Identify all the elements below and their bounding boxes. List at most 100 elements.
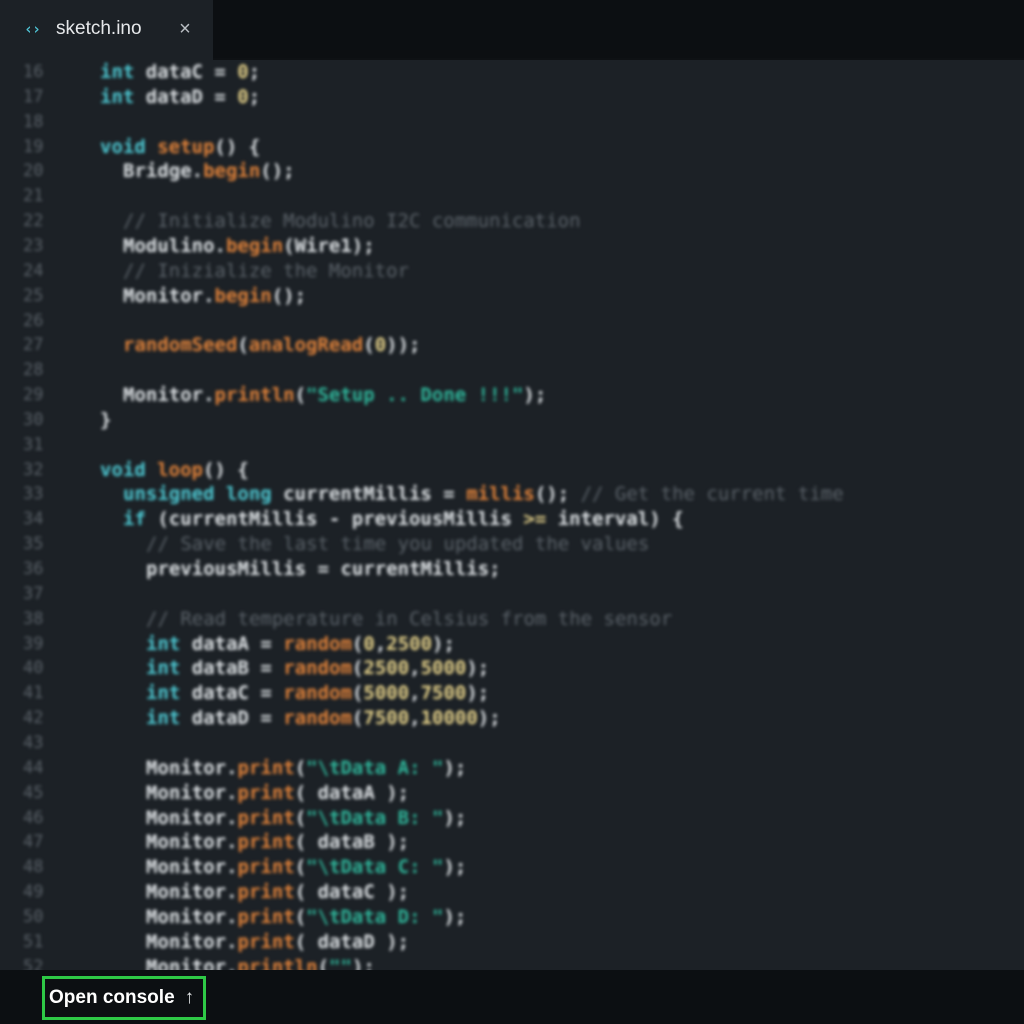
- line-number: 16: [23, 62, 44, 82]
- code-token: 0: [237, 61, 249, 83]
- code-token: begin: [225, 234, 284, 257]
- code-token: print: [237, 756, 295, 779]
- line-source: void setup() {: [100, 135, 260, 160]
- code-token: random: [283, 657, 352, 680]
- line-source: Monitor.print("\tData B: ");: [146, 806, 466, 831]
- line-source: int dataC = random(5000,7500);: [146, 681, 489, 706]
- line-number: 24: [23, 260, 44, 281]
- code-token: println: [214, 384, 295, 407]
- code-token: Bridge.: [123, 160, 204, 183]
- code-token: 0: [374, 334, 387, 357]
- line-number: 25: [23, 285, 44, 306]
- tab-title: sketch.ino: [56, 18, 142, 39]
- code-token: (: [351, 707, 364, 730]
- line-number: 32: [23, 459, 44, 480]
- code-token: begin: [214, 284, 272, 307]
- line-source: Monitor.print("\tData C: ");: [146, 855, 466, 880]
- code-token: () {: [202, 458, 249, 481]
- line-number: 40: [23, 658, 44, 679]
- line-number: 33: [23, 484, 44, 505]
- line-number: 18: [23, 111, 44, 132]
- code-token: (: [294, 384, 307, 407]
- code-token: Monitor.: [123, 284, 215, 307]
- code-token: ;: [248, 85, 261, 108]
- code-token: (: [237, 334, 249, 357]
- code-token: "\tData A: ": [306, 756, 444, 779]
- line-source: int dataD = random(7500,10000);: [146, 706, 501, 731]
- code-token: 0: [363, 632, 375, 655]
- code-token: 7500: [363, 707, 410, 730]
- line-number: 17: [23, 86, 44, 107]
- code-token: );: [443, 756, 467, 779]
- code-token: (: [351, 632, 364, 655]
- code-token: );: [466, 657, 490, 680]
- line-number: 44: [23, 757, 44, 778]
- close-icon[interactable]: ×: [174, 16, 196, 42]
- code-token: unsigned long: [123, 483, 272, 506]
- code-token: ( dataA );: [294, 781, 410, 804]
- code-token: Monitor.: [146, 905, 238, 928]
- code-token: Monitor.: [146, 781, 238, 804]
- line-source: // Inizialize the Monitor: [123, 259, 409, 284]
- line-number: 19: [23, 136, 44, 157]
- code-token: (: [351, 682, 364, 705]
- code-token: print: [237, 831, 295, 854]
- code-token: Monitor.: [146, 831, 238, 854]
- code-token: // Read temperature in Celsius from the …: [146, 607, 673, 630]
- code-token: ( dataC );: [294, 881, 410, 904]
- code-token: 5000: [420, 657, 467, 680]
- code-token: "Setup .. Done !!!": [306, 384, 524, 407]
- code-token: void: [100, 458, 146, 481]
- code-token: // Initialize Modulino I2C communication: [123, 210, 581, 233]
- code-token: ));: [386, 334, 421, 357]
- line-number: 27: [23, 335, 44, 356]
- code-token: dataA =: [180, 632, 284, 655]
- code-token: );: [351, 955, 375, 970]
- line-source: Monitor.print( dataD );: [146, 930, 409, 955]
- code-token: print: [237, 856, 295, 879]
- code-token: "": [329, 955, 352, 970]
- code-token: int: [146, 657, 181, 680]
- code-token: >=: [523, 508, 547, 531]
- line-number: 28: [23, 360, 44, 381]
- line-number: 39: [23, 633, 44, 654]
- line-number: 37: [23, 583, 44, 604]
- code-token: (: [317, 955, 330, 970]
- code-token: random: [283, 707, 352, 730]
- code-token: ,: [409, 657, 421, 680]
- line-number: 48: [23, 857, 44, 878]
- line-source: int dataC = 0;: [100, 60, 260, 85]
- line-source: // Save the last time you updated the va…: [146, 532, 649, 557]
- code-token: Monitor.: [146, 856, 238, 879]
- code-brackets-icon: ‹›: [24, 20, 41, 38]
- open-console-button[interactable]: Open console ↑: [42, 976, 206, 1020]
- code-token: "\tData C: ": [306, 856, 444, 879]
- code-token: dataD =: [134, 85, 238, 108]
- code-token: Monitor.: [146, 881, 238, 904]
- line-number: 45: [23, 782, 44, 803]
- line-number: 22: [23, 211, 44, 232]
- tab-sketch-ino[interactable]: ‹› sketch.ino ×: [0, 0, 213, 60]
- code-token: currentMillis =: [271, 483, 467, 506]
- open-console-label: Open console: [49, 987, 175, 1008]
- code-token: ;: [248, 61, 261, 83]
- line-source: unsigned long currentMillis = millis(); …: [123, 482, 844, 507]
- code-token: ();: [260, 160, 295, 183]
- code-token: );: [523, 384, 547, 407]
- code-token: dataC =: [180, 682, 284, 705]
- line-source: Monitor.print("\tData A: ");: [146, 756, 466, 781]
- line-number: 29: [23, 385, 44, 406]
- code-token: dataB =: [180, 657, 284, 680]
- code-editor[interactable]: 16 int dataC = 0; 17 int dataD = 0; 18 19 void…: [0, 60, 1024, 970]
- code-token: );: [477, 707, 501, 730]
- code-token: print: [237, 806, 295, 829]
- line-source: Monitor.print( dataB );: [146, 830, 409, 855]
- line-number: 46: [23, 807, 44, 828]
- line-number: 49: [23, 882, 44, 903]
- code-token: );: [432, 632, 455, 655]
- code-token: int: [100, 61, 135, 83]
- line-number: 41: [23, 683, 44, 704]
- line-source: Bridge.begin();: [123, 159, 295, 184]
